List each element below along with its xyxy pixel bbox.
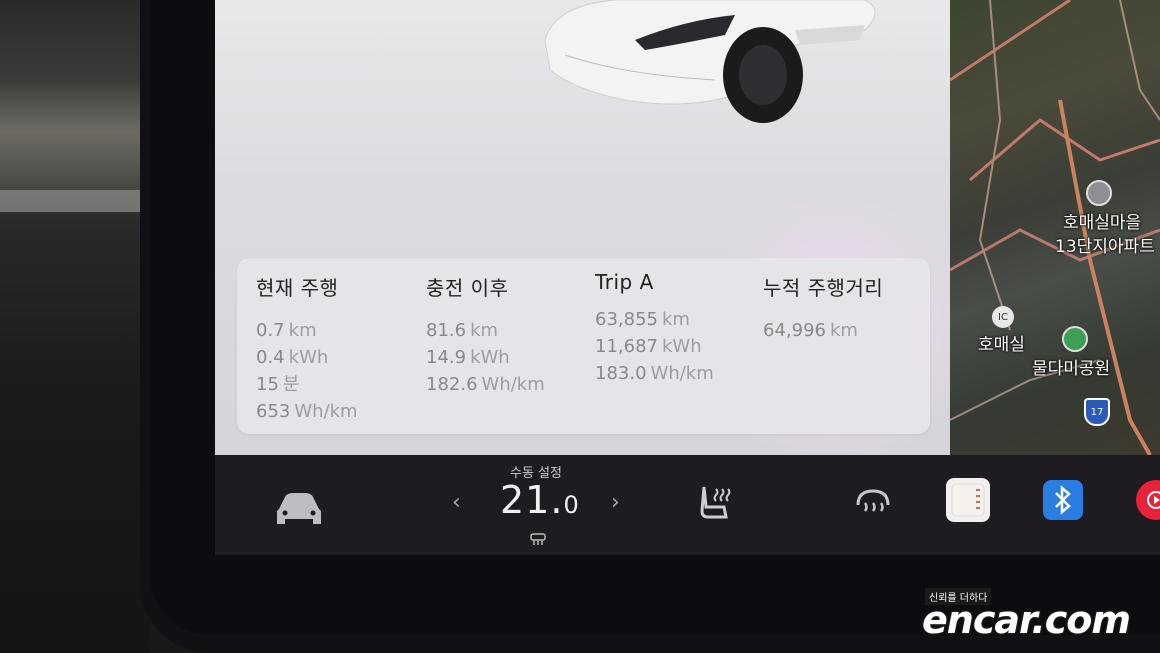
apartment-pin-icon[interactable] [1086,180,1112,206]
trip-a-column: Trip A 63,855 km 11,687 kWh 183.0 Wh/km [595,270,714,387]
left-bezel [0,0,150,653]
rear-defrost-icon [856,489,890,512]
vehicle-image [544,0,876,123]
calendar-button[interactable] [946,478,990,522]
vehicle-panel: 현재 주행 0.7 km 0.4 kWh 15 분 653 Wh/km 충전 이후 81… [215,0,950,455]
map-label-park: 물다미공원 [1032,359,1111,379]
stat-row: 64,996 km [763,317,883,344]
stat-row: 15 분 [256,371,358,398]
since-charge-title: 충전 이후 [426,276,509,300]
stat-value: 64,996 [763,320,826,341]
fan-button[interactable] [529,532,547,548]
seat-heater-icon [700,486,731,519]
stat-value: 14.9 [426,347,467,368]
car-button[interactable] [272,488,326,526]
stat-unit: kWh [661,336,702,357]
stat-row: 653 Wh/km [256,398,358,425]
stat-value: 11,687 [595,336,658,357]
stat-value: 63,855 [595,309,658,330]
stat-unit: 분 [282,374,300,395]
since-charge-column: 충전 이후 81.6 km 14.9 kWh 182.6 Wh/km [426,272,545,398]
stat-unit: Wh/km [650,363,714,384]
current-trip-column: 현재 주행 0.7 km 0.4 kWh 15 분 653 Wh/km [256,272,358,425]
stat-unit: km [470,320,499,341]
stat-row: 11,687 kWh [595,333,714,360]
cabin-temperature[interactable]: 21.0 [500,478,580,522]
stat-unit: km [829,320,858,341]
stat-row: 63,855 km [595,306,714,333]
seat-heater-button[interactable] [694,482,738,522]
route-17-label: 17 [1090,406,1104,418]
map-label-apartment: 호매실마을 [1063,213,1142,233]
odometer-column: 누적 주행거리 64,996 km [763,272,883,344]
stat-row: 81.6 km [426,317,545,344]
stat-row: 0.4 kWh [256,344,358,371]
ic-pin-icon[interactable]: IC [992,306,1014,328]
watermark-logo: encar.com [922,598,1131,642]
stat-row: 14.9 kWh [426,344,545,371]
bluetooth-icon [1055,485,1071,515]
stat-value: 81.6 [426,320,467,341]
bluetooth-button[interactable] [1043,480,1083,520]
stat-unit: Wh/km [294,401,358,422]
stat-value: 653 [256,401,291,422]
stat-row: 183.0 Wh/km [595,360,714,387]
trip-stats-card: 현재 주행 0.7 km 0.4 kWh 15 분 653 Wh/km 충전 이후 81… [237,258,930,434]
bottom-control-bar [215,455,1160,555]
stat-unit: km [288,320,317,341]
temp-increase-button[interactable]: › [611,490,620,515]
stat-value: 182.6 [426,374,478,395]
stat-value: 15 [256,374,279,395]
rear-defrost-button[interactable] [853,486,893,520]
stat-unit: Wh/km [481,374,545,395]
navigation-map[interactable]: 호매실마을 13단지아파트 IC 호매실 물다미공원 17 [950,0,1160,455]
stat-unit: kWh [288,347,329,368]
stat-value: 0.7 [256,320,285,341]
odometer-title: 누적 주행거리 [763,276,884,300]
media-icon [1147,491,1160,509]
stat-value: 0.4 [256,347,285,368]
park-pin-icon[interactable] [1062,326,1088,352]
stat-row: 0.7 km [256,317,358,344]
bezel-reflection [0,190,140,212]
map-label-homaesil: 호매실 [978,335,1025,355]
car-icon [277,493,321,524]
current-trip-title: 현재 주행 [256,276,339,300]
temp-integer: 21. [500,478,564,522]
ic-label: IC [998,311,1008,323]
temp-decrease-button[interactable]: ‹ [452,490,461,515]
route-17-shield-icon: 17 [1084,398,1110,426]
stat-row: 182.6 Wh/km [426,371,545,398]
stat-unit: kWh [470,347,510,368]
fan-icon [530,533,546,545]
map-label-complex: 13단지아파트 [1055,237,1155,257]
trip-a-title: Trip A [595,270,654,294]
temp-decimal: 0 [563,491,580,519]
calendar-icon [951,483,985,517]
stat-unit: km [661,309,690,330]
stat-value: 183.0 [595,363,647,384]
